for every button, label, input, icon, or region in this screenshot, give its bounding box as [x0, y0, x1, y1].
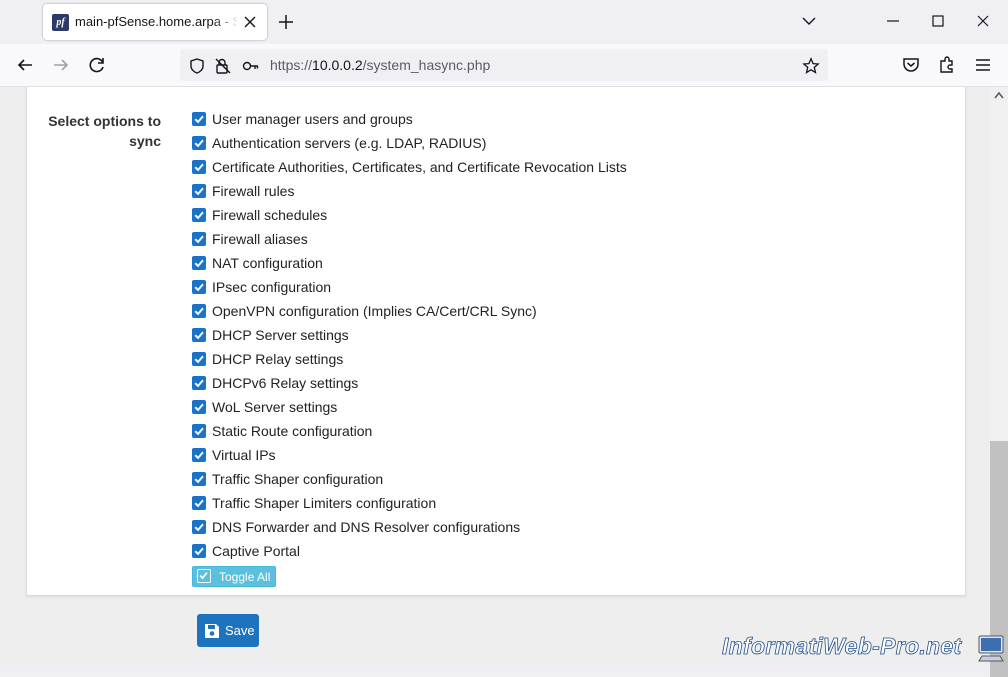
sync-option-checkbox[interactable] — [192, 496, 206, 510]
select-options-label: Select options to sync — [48, 113, 161, 149]
window-close-icon[interactable] — [974, 12, 992, 30]
sync-option-checkbox[interactable] — [192, 232, 206, 246]
sync-option-checkbox[interactable] — [192, 520, 206, 534]
sync-option-checkbox[interactable] — [192, 448, 206, 462]
close-tab-icon[interactable] — [241, 13, 259, 31]
sync-option-item[interactable]: DHCP Relay settings — [192, 349, 343, 369]
saved-password-key-icon[interactable] — [242, 57, 260, 75]
save-label: Save — [225, 623, 255, 638]
save-disk-icon — [205, 624, 219, 638]
sync-option-checkbox[interactable] — [192, 400, 206, 414]
sync-option-checkbox[interactable] — [192, 304, 206, 318]
sync-option-item[interactable]: OpenVPN configuration (Implies CA/Cert/C… — [192, 301, 537, 321]
scroll-up-arrow-icon[interactable] — [994, 91, 1004, 99]
sync-option-checkbox[interactable] — [192, 544, 206, 558]
back-arrow-icon[interactable] — [14, 54, 36, 76]
sync-option-label: NAT configuration — [212, 255, 323, 271]
tracking-protection-shield-icon[interactable] — [188, 57, 206, 75]
sync-option-checkbox[interactable] — [192, 256, 206, 270]
sync-option-checkbox[interactable] — [192, 160, 206, 174]
sync-option-checkbox[interactable] — [192, 208, 206, 222]
url-text[interactable]: https://10.0.0.2/system_hasync.php — [270, 57, 490, 73]
sync-option-label: DHCPv6 Relay settings — [212, 375, 359, 391]
sync-option-checkbox[interactable] — [192, 280, 206, 294]
sync-option-label: OpenVPN configuration (Implies CA/Cert/C… — [212, 303, 537, 319]
toggle-all-button[interactable]: Toggle All — [192, 566, 276, 587]
tab-list-chevron-icon[interactable] — [800, 12, 818, 30]
sync-option-item[interactable]: Traffic Shaper configuration — [192, 469, 383, 489]
sync-option-item[interactable]: IPsec configuration — [192, 277, 331, 297]
sync-option-checkbox[interactable] — [192, 136, 206, 150]
sync-option-item[interactable]: Certificate Authorities, Certificates, a… — [192, 157, 627, 177]
sync-option-item[interactable]: DHCP Server settings — [192, 325, 349, 345]
sync-option-checkbox[interactable] — [192, 424, 206, 438]
sync-option-item[interactable]: WoL Server settings — [192, 397, 337, 417]
sync-option-item[interactable]: Firewall schedules — [192, 205, 327, 225]
sync-option-label: Virtual IPs — [212, 447, 276, 463]
insecure-lock-icon[interactable] — [214, 57, 232, 75]
sync-option-item[interactable]: Firewall aliases — [192, 229, 308, 249]
sync-option-label: Traffic Shaper Limiters configuration — [212, 495, 437, 511]
sync-option-item[interactable]: User manager users and groups — [192, 109, 413, 129]
pocket-icon[interactable] — [900, 54, 922, 76]
sync-option-item[interactable]: Firewall rules — [192, 181, 294, 201]
tab-bar: pf main-pfSense.home.arpa - System / Hig… — [0, 0, 1008, 44]
sync-option-label: Firewall schedules — [212, 207, 328, 223]
sync-option-checkbox[interactable] — [192, 352, 206, 366]
bookmark-star-icon[interactable] — [802, 57, 820, 75]
save-button[interactable]: Save — [197, 614, 259, 647]
sync-option-label: DNS Forwarder and DNS Resolver configura… — [212, 519, 521, 535]
sync-option-label: Firewall aliases — [212, 231, 308, 247]
sync-option-label: IPsec configuration — [212, 279, 332, 295]
sync-option-item[interactable]: Captive Portal — [192, 541, 300, 561]
maximize-icon[interactable] — [929, 12, 947, 30]
sync-option-item[interactable]: NAT configuration — [192, 253, 323, 273]
sync-option-label: Certificate Authorities, Certificates, a… — [212, 159, 627, 175]
menu-hamburger-icon[interactable] — [972, 54, 994, 76]
sync-option-checkbox[interactable] — [192, 328, 206, 342]
check-square-icon — [197, 569, 211, 583]
minimize-icon[interactable] — [884, 12, 902, 30]
forward-arrow-icon[interactable] — [50, 54, 72, 76]
watermark-text: InformatiWeb-Pro.net — [722, 633, 962, 660]
sync-option-label: WoL Server settings — [212, 399, 338, 415]
sync-option-item[interactable]: Virtual IPs — [192, 445, 276, 465]
vertical-scrollbar[interactable] — [990, 87, 1008, 677]
sync-option-item[interactable]: DNS Forwarder and DNS Resolver configura… — [192, 517, 520, 537]
sync-option-label: Static Route configuration — [212, 423, 373, 439]
extensions-puzzle-icon[interactable] — [936, 54, 958, 76]
sync-option-checkbox[interactable] — [192, 376, 206, 390]
sync-option-item[interactable]: DHCPv6 Relay settings — [192, 373, 358, 393]
navigation-bar: https://10.0.0.2/system_hasync.php — [0, 44, 1008, 87]
sync-option-label: DHCP Relay settings — [212, 351, 344, 367]
toggle-all-label: Toggle All — [219, 570, 271, 584]
sync-option-label: User manager users and groups — [212, 111, 413, 127]
address-bar[interactable]: https://10.0.0.2/system_hasync.php — [180, 49, 828, 81]
computer-logo-icon — [978, 635, 1004, 662]
sync-option-checkbox[interactable] — [192, 112, 206, 126]
sync-option-label: Traffic Shaper configuration — [212, 471, 384, 487]
sync-option-item[interactable]: Static Route configuration — [192, 421, 372, 441]
pfsense-favicon-icon: pf — [52, 14, 69, 31]
new-tab-icon[interactable] — [276, 12, 296, 32]
reload-icon[interactable] — [86, 54, 108, 76]
sync-option-label: Firewall rules — [212, 183, 295, 199]
sync-option-label: DHCP Server settings — [212, 327, 349, 343]
browser-tab[interactable]: pf main-pfSense.home.arpa - System / Hig… — [43, 4, 267, 40]
sync-option-checkbox[interactable] — [192, 472, 206, 486]
sync-option-checkbox[interactable] — [192, 184, 206, 198]
sync-option-item[interactable]: Traffic Shaper Limiters configuration — [192, 493, 436, 513]
sync-option-item[interactable]: Authentication servers (e.g. LDAP, RADIU… — [192, 133, 486, 153]
sync-option-label: Authentication servers (e.g. LDAP, RADIU… — [212, 135, 487, 151]
sync-option-label: Captive Portal — [212, 543, 300, 559]
page-viewport: Select options to sync User manager user… — [0, 87, 990, 665]
